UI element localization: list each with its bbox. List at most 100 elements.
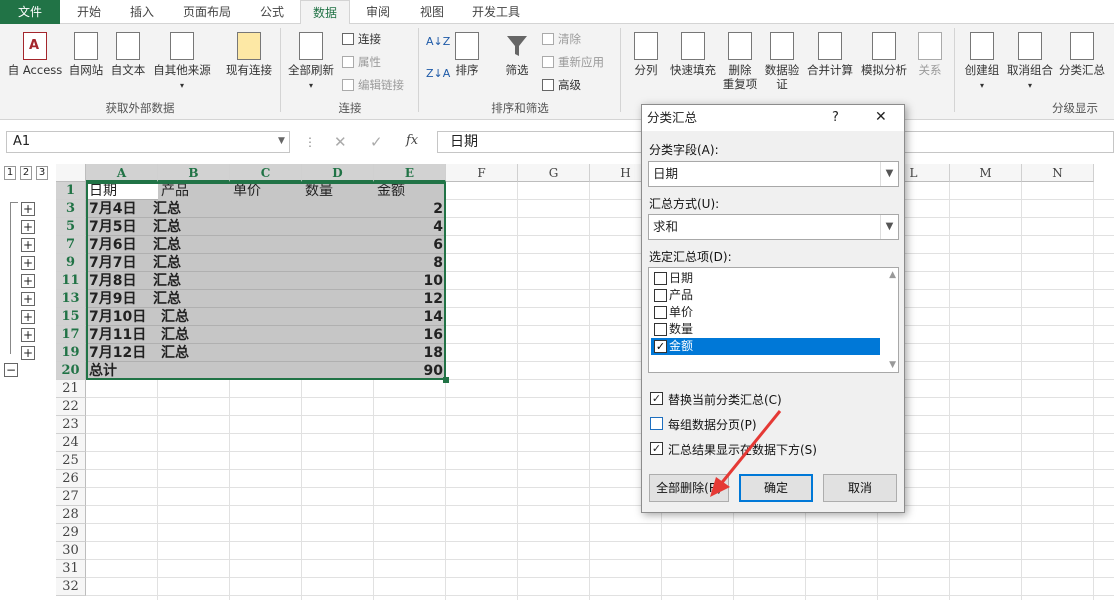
cell-b[interactable] xyxy=(150,362,222,380)
sort-button[interactable]: 排序 xyxy=(450,32,484,77)
cancel-entry-icon[interactable]: ✕ xyxy=(334,133,347,151)
cell-a[interactable]: 7月11日 xyxy=(86,326,158,344)
cell-b[interactable]: 汇总 xyxy=(158,308,230,326)
row-header[interactable]: 31 xyxy=(56,560,86,578)
expand-group-button[interactable]: + xyxy=(21,328,35,342)
function-select[interactable]: 求和 ▼ xyxy=(648,214,899,240)
cell-a[interactable]: 7月6日 xyxy=(86,236,158,254)
from-web-button[interactable]: 自网站 xyxy=(66,32,106,77)
tab-page-layout[interactable]: 页面布局 xyxy=(174,0,240,24)
cell-b[interactable]: 汇总 xyxy=(158,344,230,362)
cell-b[interactable]: 汇总 xyxy=(150,218,222,236)
cancel-button[interactable]: 取消 xyxy=(823,474,897,502)
edit-links-button[interactable]: 编辑链接 xyxy=(342,77,404,93)
group-button[interactable]: 创建组 ▾ xyxy=(960,32,1004,93)
subtotal-items-list[interactable]: 日期 产品 单价 数量 ✓ 金额 ▲ ▼ xyxy=(648,267,899,373)
cell-e[interactable]: 18 xyxy=(374,344,446,362)
flash-fill-button[interactable]: 快速填充 xyxy=(668,32,718,77)
tab-data[interactable]: 数据 xyxy=(300,0,350,25)
cell-a[interactable]: 7月9日 xyxy=(86,290,158,308)
from-other-sources-button[interactable]: 自其他来源 ▾ xyxy=(150,32,214,93)
row-header[interactable]: 20 xyxy=(56,362,86,380)
row-header[interactable]: 13 xyxy=(56,290,86,308)
expand-group-button[interactable]: + xyxy=(21,346,35,360)
column-header-f[interactable]: F xyxy=(446,164,518,182)
name-box[interactable]: A1 xyxy=(6,131,290,153)
row-header[interactable]: 28 xyxy=(56,506,86,524)
summary-below-checkbox[interactable]: ✓ xyxy=(650,442,663,455)
column-header-g[interactable]: G xyxy=(518,164,590,182)
clear-filter-button[interactable]: 清除 xyxy=(542,31,581,47)
expand-group-button[interactable]: + xyxy=(21,238,35,252)
worksheet-grid[interactable]: 1 2 3 ABCDEFGHIJKLMN 1日期产品单价数量金额37月4日汇总2… xyxy=(0,164,1114,600)
connections-button[interactable]: 连接 xyxy=(342,31,381,47)
tab-file[interactable]: 文件 xyxy=(0,0,60,24)
row-header[interactable]: 32 xyxy=(56,578,86,596)
cell-e[interactable]: 12 xyxy=(374,290,446,308)
tab-formulas[interactable]: 公式 xyxy=(248,0,296,24)
advanced-filter-button[interactable]: 高级 xyxy=(542,77,581,93)
row-header[interactable]: 17 xyxy=(56,326,86,344)
list-item-price[interactable]: 单价 xyxy=(651,304,880,321)
cell-e[interactable]: 2 xyxy=(374,200,446,218)
expand-group-button[interactable]: + xyxy=(21,292,35,306)
row-header[interactable]: 26 xyxy=(56,470,86,488)
column-header-c[interactable]: C xyxy=(230,164,302,182)
row-header[interactable]: 15 xyxy=(56,308,86,326)
cell-e[interactable]: 6 xyxy=(374,236,446,254)
row-header[interactable]: 21 xyxy=(56,380,86,398)
select-all-corner[interactable] xyxy=(56,164,86,182)
row-header[interactable]: 27 xyxy=(56,488,86,506)
existing-connections-button[interactable]: 现有连接 xyxy=(222,32,276,77)
refresh-all-button[interactable]: 全部刷新 ▾ xyxy=(284,32,338,93)
from-access-button[interactable]: A 自 Access xyxy=(4,32,66,77)
cell-b[interactable]: 汇总 xyxy=(150,200,222,218)
row-header[interactable]: 7 xyxy=(56,236,86,254)
cell-b[interactable]: 汇总 xyxy=(150,254,222,272)
row-header[interactable]: 3 xyxy=(56,200,86,218)
tab-insert[interactable]: 插入 xyxy=(118,0,166,24)
outline-level-1-button[interactable]: 1 xyxy=(4,166,16,180)
checkbox[interactable] xyxy=(654,306,667,319)
filter-button[interactable]: 筛选 xyxy=(500,32,534,77)
row-header[interactable]: 23 xyxy=(56,416,86,434)
cell-e[interactable]: 16 xyxy=(374,326,446,344)
page-break-checkbox[interactable] xyxy=(650,417,663,430)
outline-level-3-button[interactable]: 3 xyxy=(36,166,48,180)
scroll-up-icon[interactable]: ▲ xyxy=(889,270,896,280)
row-header[interactable]: 11 xyxy=(56,272,86,290)
column-header-a[interactable]: A xyxy=(86,164,158,182)
tab-home[interactable]: 开始 xyxy=(66,0,112,24)
cell-b[interactable]: 汇总 xyxy=(150,290,222,308)
column-header-n[interactable]: N xyxy=(1022,164,1094,182)
tab-developer[interactable]: 开发工具 xyxy=(462,0,530,24)
row-header[interactable]: 24 xyxy=(56,434,86,452)
checkbox[interactable] xyxy=(654,272,667,285)
cell-e[interactable]: 8 xyxy=(374,254,446,272)
insert-function-button[interactable]: fx xyxy=(406,133,418,148)
cell-a[interactable]: 7月4日 xyxy=(86,200,158,218)
cell-e[interactable]: 金额 xyxy=(374,182,446,200)
cell-e[interactable]: 10 xyxy=(374,272,446,290)
name-box-dropdown-icon[interactable]: ▼ xyxy=(278,136,285,146)
column-header-m[interactable]: M xyxy=(950,164,1022,182)
cell-e[interactable]: 90 xyxy=(374,362,446,380)
cell-b[interactable]: 产品 xyxy=(158,182,230,200)
column-header-e[interactable]: E xyxy=(374,164,446,182)
row-header[interactable]: 19 xyxy=(56,344,86,362)
help-button[interactable]: ? xyxy=(832,110,839,125)
cell-a[interactable]: 7月8日 xyxy=(86,272,158,290)
remove-duplicates-button[interactable]: 删除 重复项 xyxy=(720,32,760,91)
cell-b[interactable]: 汇总 xyxy=(158,326,230,344)
cell-a[interactable]: 7月12日 xyxy=(86,344,158,362)
text-to-columns-button[interactable]: 分列 xyxy=(628,32,664,77)
row-header[interactable]: 25 xyxy=(56,452,86,470)
expand-group-button[interactable]: + xyxy=(21,202,35,216)
replace-checkbox[interactable]: ✓ xyxy=(650,392,663,405)
row-header[interactable]: 22 xyxy=(56,398,86,416)
close-button[interactable]: ✕ xyxy=(875,109,887,125)
expand-group-button[interactable]: + xyxy=(21,274,35,288)
row-header[interactable]: 1 xyxy=(56,182,86,200)
outline-level-2-button[interactable]: 2 xyxy=(20,166,32,180)
cell-a[interactable]: 日期 xyxy=(86,182,158,200)
